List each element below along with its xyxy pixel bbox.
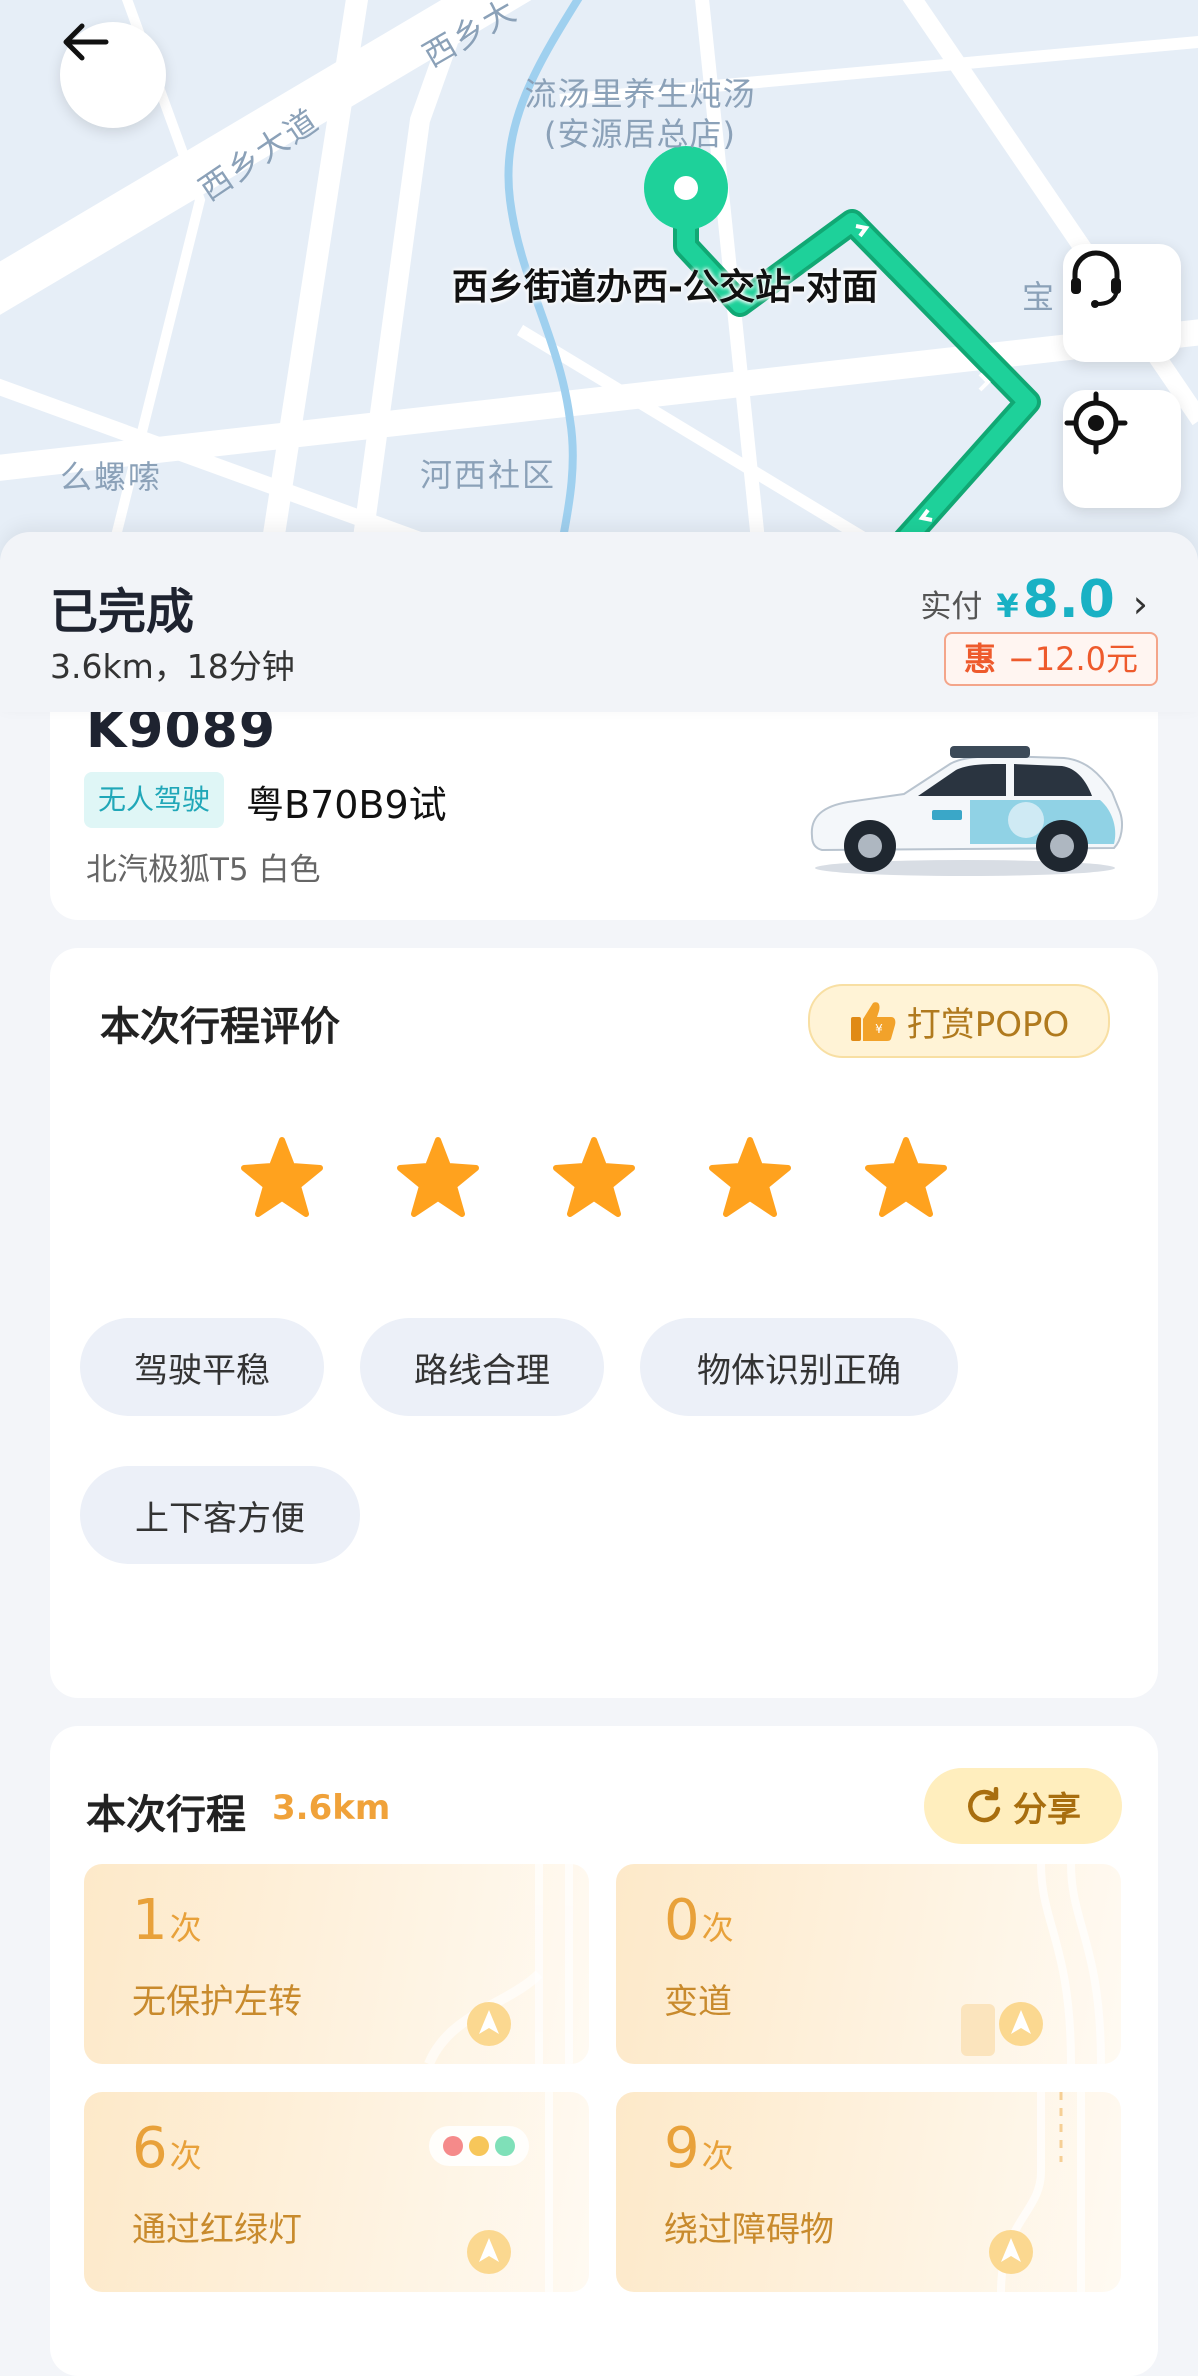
stat-count: 1次 [132, 1888, 202, 1953]
rating-tag[interactable]: 驾驶平稳 [80, 1318, 324, 1416]
locate-button[interactable] [1063, 390, 1181, 508]
star-icon[interactable] [552, 1136, 636, 1220]
robotaxi-car-image [810, 746, 1123, 876]
currency-symbol: ¥ [996, 587, 1019, 625]
stat-lane-change: 0次 变道 [616, 1864, 1121, 2064]
thumbs-up-icon: ¥ [850, 1002, 896, 1041]
traffic-light-decoration [429, 2092, 553, 2292]
license-plate: 粤B70B9试 [246, 783, 447, 827]
stat-label: 变道 [664, 1982, 732, 2022]
stat-unit: 次 [701, 2137, 734, 2175]
discount-value: −12.0元 [1007, 640, 1138, 678]
stat-unprotected-left-turn: 1次 无保护左转 [84, 1864, 589, 2064]
stat-label: 通过红绿灯 [132, 2210, 302, 2250]
map-view[interactable]: 西乡大道 西乡大 流汤里养生炖汤 (安源居总店) 西乡街道办西-公交站-对面 么… [0, 0, 1198, 560]
headset-icon [1071, 250, 1121, 308]
area-label: 么螺嗦 [60, 458, 163, 496]
stat-traffic-lights: 6次 通过红绿灯 [84, 2092, 589, 2292]
poi-label: 流汤里养生炖汤 (安源居总店) [500, 74, 780, 154]
vehicle-card: K9089 无人驾驶 粤B70B9试 北汽极狐T5 白色 [50, 700, 1158, 920]
tip-button[interactable]: ¥ 打赏POPO [808, 984, 1110, 1058]
discount-badge: 惠 −12.0元 [943, 632, 1158, 686]
trip-status-sheet: 已完成 3.6km，18分钟 实付 ¥ 8.0 › 惠 −12.0元 [0, 532, 1198, 712]
stat-obstacles: 9次 绕过障碍物 [616, 2092, 1121, 2292]
stat-count-value: 1 [132, 1888, 168, 1953]
stat-count-value: 0 [664, 1888, 700, 1953]
stat-label: 绕过障碍物 [664, 2210, 834, 2250]
svg-text:¥: ¥ [875, 1022, 883, 1036]
stat-unit: 次 [169, 2137, 202, 2175]
chevron-right-icon: › [1132, 582, 1148, 626]
rating-title: 本次行程评价 [100, 1004, 340, 1050]
share-button[interactable]: 分享 [924, 1768, 1122, 1844]
stat-count: 9次 [664, 2116, 734, 2181]
stat-count: 6次 [132, 2116, 202, 2181]
crosshair-icon [1064, 391, 1128, 455]
star-icon[interactable] [864, 1136, 948, 1220]
poi-subname: (安源居总店) [544, 115, 736, 153]
rating-card: 本次行程评价 ¥ 打赏POPO 驾驶平稳 路线合理 物体识别正确 上下客方便 [50, 948, 1158, 1698]
star-icon[interactable] [396, 1136, 480, 1220]
back-button[interactable] [60, 22, 166, 128]
rating-tag[interactable]: 路线合理 [360, 1318, 604, 1416]
vehicle-model: 北汽极狐T5 白色 [86, 852, 321, 888]
stat-unit: 次 [701, 1909, 734, 1947]
rating-tag[interactable]: 物体识别正确 [640, 1318, 958, 1416]
rating-tag[interactable]: 上下客方便 [80, 1466, 360, 1564]
area-label: 河西社区 [420, 456, 557, 494]
customer-service-button[interactable] [1063, 244, 1181, 362]
stat-count: 0次 [664, 1888, 734, 1953]
trip-stats-card: 本次行程 3.6km 分享 1次 无保护左转 0次 变道 6次 通过红绿灯 9次… [50, 1726, 1158, 2376]
station-label: 西乡街道办西-公交站-对面 [452, 267, 878, 308]
trip-summary: 3.6km，18分钟 [50, 647, 295, 686]
stat-unit: 次 [169, 1909, 202, 1947]
road-decoration [424, 1864, 573, 2064]
discount-icon-text: 惠 [963, 640, 996, 678]
area-label: 宝 [1022, 278, 1057, 316]
poi-name: 流汤里养生炖汤 [524, 75, 756, 113]
paid-label: 实付 [920, 589, 983, 625]
trip-section-title: 本次行程 [86, 1792, 246, 1838]
share-button-label: 分享 [1013, 1789, 1081, 1830]
stat-label: 无保护左转 [132, 1982, 302, 2022]
trip-status-title: 已完成 [50, 584, 195, 640]
tip-button-label: 打赏POPO [906, 1004, 1070, 1045]
arrow-left-icon [63, 23, 109, 61]
road-decoration [961, 1864, 1105, 2064]
star-icon[interactable] [240, 1136, 324, 1220]
star-icon[interactable] [708, 1136, 792, 1220]
road-decoration [989, 2092, 1085, 2292]
stat-count-value: 9 [664, 2116, 700, 2181]
paid-amount: 8.0 [1022, 570, 1115, 630]
stat-count-value: 6 [132, 2116, 168, 2181]
share-icon [968, 1787, 1001, 1823]
payment-detail-link[interactable]: 实付 ¥ 8.0 › [920, 570, 1148, 630]
star-rating[interactable] [240, 1136, 1020, 1220]
driverless-tag: 无人驾驶 [84, 772, 225, 828]
trip-distance: 3.6km [272, 1788, 391, 1828]
